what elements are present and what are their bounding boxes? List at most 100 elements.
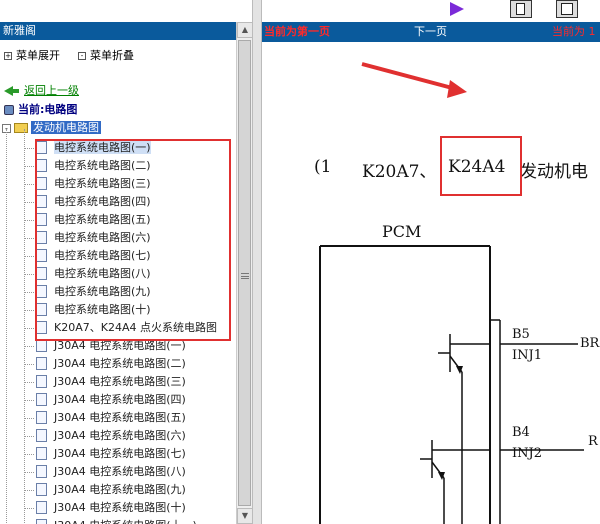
right-toolbar bbox=[262, 0, 600, 22]
document-icon bbox=[36, 140, 47, 154]
tree-item[interactable]: K20A7、K24A4 点火系统电路图 bbox=[24, 319, 217, 337]
tree-item[interactable]: J30A4 电控系统电路图(六) bbox=[24, 427, 186, 445]
menu-collapse-button[interactable]: - 菜单折叠 bbox=[76, 49, 134, 63]
back-link[interactable]: 返回上一级 bbox=[24, 84, 79, 97]
right-pane: 当前为第一页 下一页 当前为 1 (1 K20A7、 K24A4 发动机电 PC… bbox=[262, 0, 600, 524]
tree-branch-line bbox=[24, 418, 34, 419]
tree-item[interactable]: 电控系统电路图(六) bbox=[24, 229, 151, 247]
tree-item-label[interactable]: 电控系统电路图(七) bbox=[54, 249, 151, 262]
tree-item[interactable]: 电控系统电路图(七) bbox=[24, 247, 151, 265]
tree-item[interactable]: J30A4 电控系统电路图(七) bbox=[24, 445, 186, 463]
tree-branch-line bbox=[24, 382, 34, 383]
annotation-arrow-icon bbox=[361, 62, 457, 91]
tree-item-label[interactable]: J30A4 电控系统电路图(六) bbox=[54, 429, 186, 442]
scrollbar-thumb[interactable] bbox=[238, 40, 251, 506]
document-viewer: (1 K20A7、 K24A4 发动机电 PCM B5 INJ1 BR B4 I… bbox=[262, 42, 600, 524]
tree-item[interactable]: 电控系统电路图(十) bbox=[24, 301, 151, 319]
tree-branch-line bbox=[24, 454, 34, 455]
pin-b5-label: B5 bbox=[512, 327, 530, 342]
tree-item-label[interactable]: 电控系统电路图(一) bbox=[54, 141, 151, 154]
tree-item-label[interactable]: K20A7、K24A4 点火系统电路图 bbox=[54, 321, 217, 334]
tree-branch-line bbox=[24, 490, 34, 491]
tree-item-label[interactable]: J30A4 电控系统电路图(九) bbox=[54, 483, 186, 496]
tree-item[interactable]: 电控系统电路图(一) bbox=[24, 139, 151, 157]
document-icon bbox=[36, 338, 47, 352]
document-icon bbox=[36, 176, 47, 190]
expand-icon: + bbox=[4, 52, 12, 60]
tree-item-label[interactable]: 电控系统电路图(三) bbox=[54, 177, 151, 190]
tree-item[interactable]: J30A4 电控系统电路图(十) bbox=[24, 499, 186, 517]
document-icon bbox=[36, 212, 47, 226]
current-page-indicator: 当前为 1 bbox=[552, 25, 596, 38]
tree-item[interactable]: 电控系统电路图(二) bbox=[24, 157, 151, 175]
tree-branch-line bbox=[24, 202, 34, 203]
tree-item[interactable]: J30A4 电控系统电路图(一) bbox=[24, 337, 186, 355]
document-icon bbox=[36, 248, 47, 262]
tree-item-label[interactable]: J30A4 电控系统电路图(八) bbox=[54, 465, 186, 478]
tree-item[interactable]: 电控系统电路图(九) bbox=[24, 283, 151, 301]
tree-item[interactable]: 电控系统电路图(三) bbox=[24, 175, 151, 193]
toolbar-button-2[interactable] bbox=[556, 0, 578, 18]
document-icon bbox=[36, 284, 47, 298]
tree-item-label[interactable]: J30A4 电控系统电路图(五) bbox=[54, 411, 186, 424]
tree-item-label[interactable]: J30A4 电控系统电路图(十) bbox=[54, 501, 186, 514]
tree-item[interactable]: 电控系统电路图(五) bbox=[24, 211, 151, 229]
tree-branch-line bbox=[24, 400, 34, 401]
tree-item-label[interactable]: J30A4 电控系统电路图(三) bbox=[54, 375, 186, 388]
tree-guide-line-inner bbox=[24, 129, 25, 524]
document-icon bbox=[36, 320, 47, 334]
tree-item-label[interactable]: 电控系统电路图(六) bbox=[54, 231, 151, 244]
scroll-up-arrow-icon[interactable]: ▲ bbox=[237, 22, 253, 38]
document-icon bbox=[36, 230, 47, 244]
back-row[interactable]: 返回上一级 bbox=[4, 82, 79, 100]
tree-item[interactable]: J30A4 电控系统电路图(三) bbox=[24, 373, 186, 391]
tree-branch-line bbox=[24, 328, 34, 329]
back-arrow-icon bbox=[4, 86, 13, 96]
menu-tree: 返回上一级 当前:电路图 - 发动机电路图 电控系统电路图(一) 电控系统电路图(二… bbox=[0, 82, 236, 524]
folder-label[interactable]: 发动机电路图 bbox=[31, 121, 101, 134]
scroll-down-arrow-icon[interactable]: ▼ bbox=[237, 508, 253, 524]
scroll-grip-icon bbox=[241, 273, 249, 279]
left-top-strip bbox=[0, 0, 252, 22]
tree-item-label[interactable]: J30A4 电控系统电路图(四) bbox=[54, 393, 186, 406]
tree-item-label[interactable]: J30A4 电控系统电路图(二) bbox=[54, 357, 186, 370]
tree-item[interactable]: 电控系统电路图(四) bbox=[24, 193, 151, 211]
document-icon bbox=[36, 482, 47, 496]
tree-item-label[interactable]: 电控系统电路图(四) bbox=[54, 195, 151, 208]
left-scrollbar[interactable]: ▲ ▼ bbox=[236, 22, 253, 524]
folder-row[interactable]: - 发动机电路图 bbox=[2, 119, 101, 137]
tree-item-label[interactable]: 电控系统电路图(九) bbox=[54, 285, 151, 298]
tree-item[interactable]: J30A4 电控系统电路图(五) bbox=[24, 409, 186, 427]
tree-item[interactable]: J30A4 电控系统电路图(二) bbox=[24, 355, 186, 373]
tree-branch-line bbox=[24, 292, 34, 293]
circuit-diagram bbox=[319, 62, 584, 524]
toolbar-button-1[interactable] bbox=[510, 0, 532, 18]
document-icon bbox=[36, 500, 47, 514]
menu-expand-button[interactable]: + 菜单展开 bbox=[2, 49, 60, 63]
tree-item-label[interactable]: 电控系统电路图(十) bbox=[54, 303, 151, 316]
tree-branch-line bbox=[24, 256, 34, 257]
tree-item[interactable]: J30A4 电控系统电路图(四) bbox=[24, 391, 186, 409]
tree-item[interactable]: J30A4 电控系统电路图(八) bbox=[24, 463, 186, 481]
tree-item[interactable]: J30A4 电控系统电路图(十一) bbox=[36, 517, 197, 524]
page-nav-bar: 当前为第一页 下一页 当前为 1 bbox=[262, 22, 600, 42]
wire-r-label: R bbox=[588, 434, 598, 449]
menu-toggle-row: + 菜单展开 - 菜单折叠 bbox=[0, 46, 236, 66]
pane-splitter[interactable] bbox=[252, 0, 262, 524]
play-arrow-icon[interactable] bbox=[450, 2, 464, 16]
tree-item[interactable]: 电控系统电路图(八) bbox=[24, 265, 151, 283]
tree-item-label[interactable]: 电控系统电路图(八) bbox=[54, 267, 151, 280]
tree-item[interactable]: J30A4 电控系统电路图(九) bbox=[24, 481, 186, 499]
tree-branch-line bbox=[24, 274, 34, 275]
folder-icon bbox=[14, 123, 28, 133]
tree-item-label[interactable]: J30A4 电控系统电路图(十一) bbox=[54, 519, 197, 524]
tree-item-label[interactable]: J30A4 电控系统电路图(七) bbox=[54, 447, 186, 460]
document-icon bbox=[36, 428, 47, 442]
next-page-link[interactable]: 下一页 bbox=[414, 22, 447, 42]
tree-item-label[interactable]: 电控系统电路图(五) bbox=[54, 213, 151, 226]
current-label: 当前:电路图 bbox=[18, 103, 78, 116]
document-icon bbox=[36, 194, 47, 208]
tree-item-label[interactable]: 电控系统电路图(二) bbox=[54, 159, 151, 172]
current-row: 当前:电路图 bbox=[4, 101, 77, 119]
tree-item-label[interactable]: J30A4 电控系统电路图(一) bbox=[54, 339, 186, 352]
